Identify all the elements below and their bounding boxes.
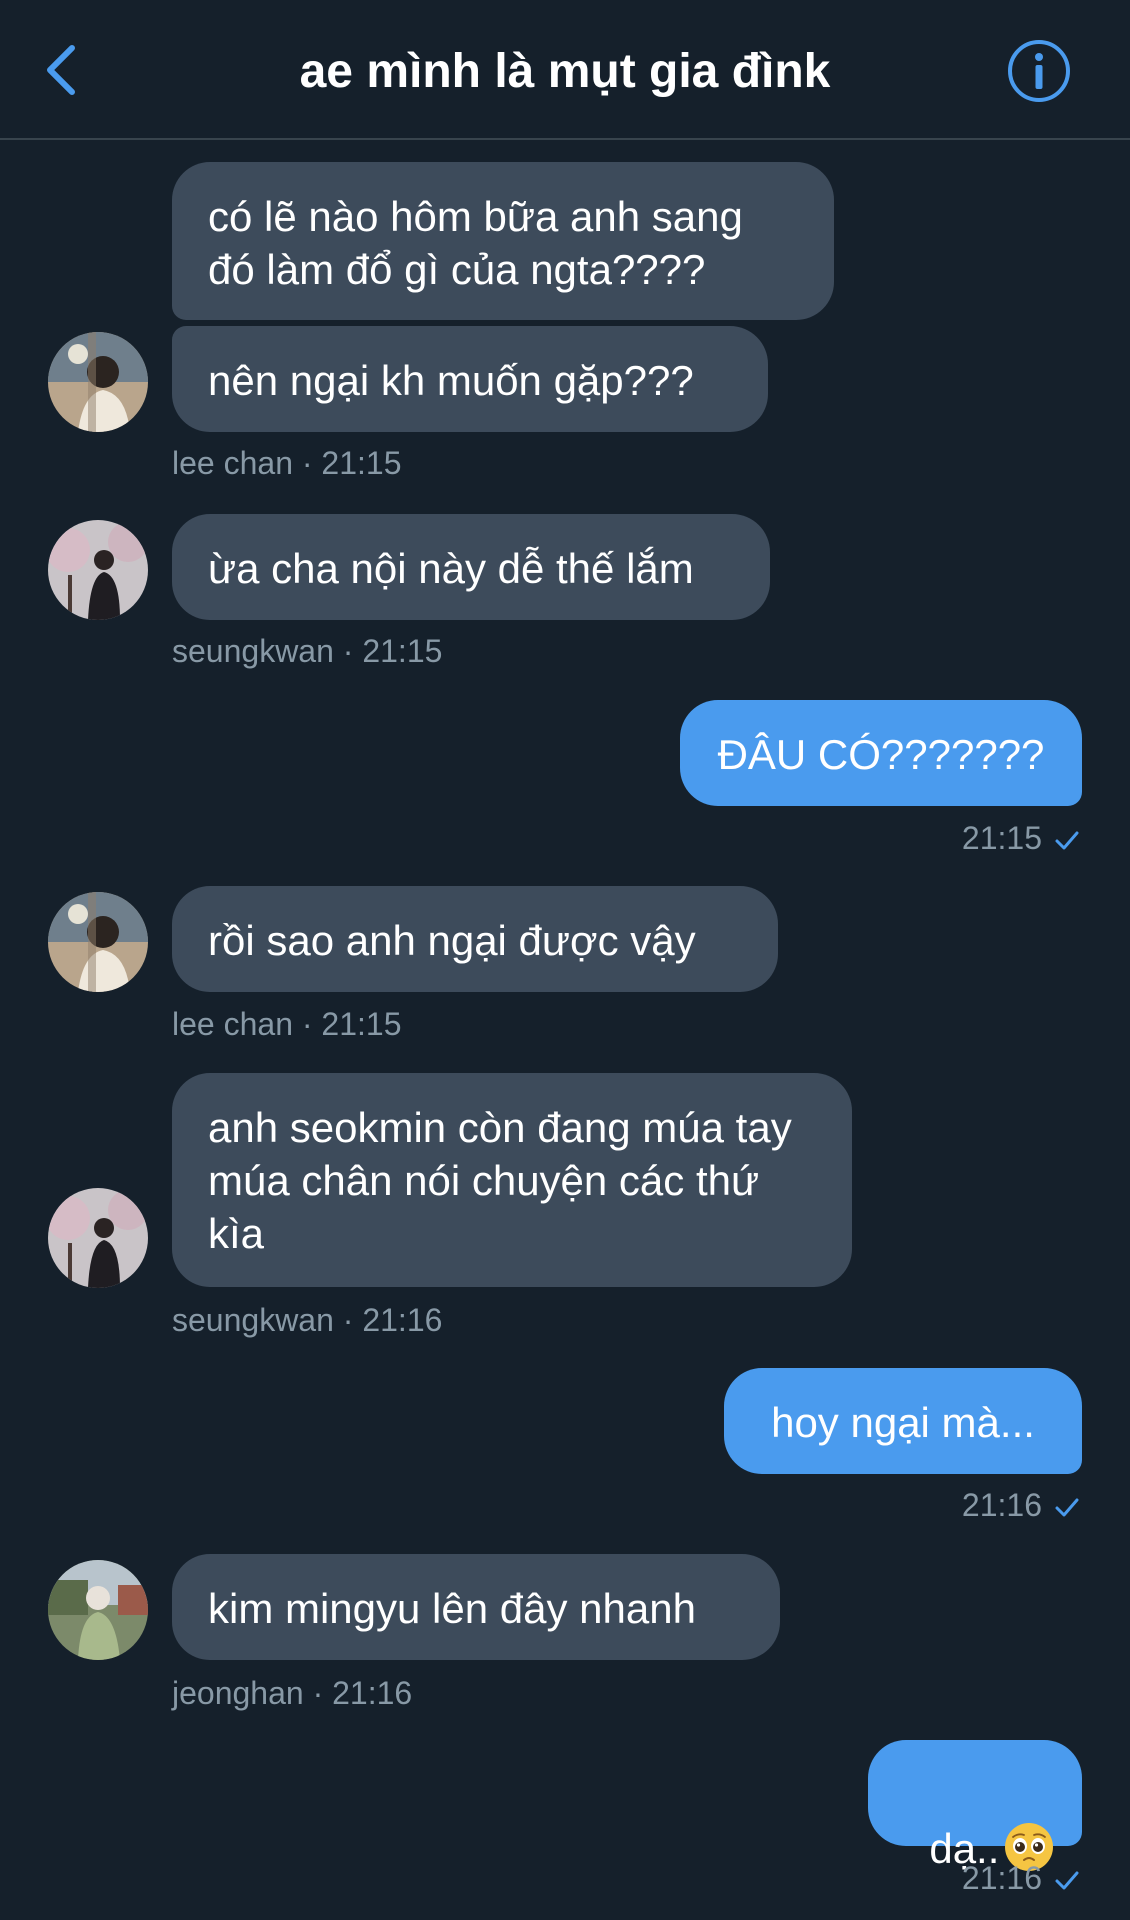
message-bubble-incoming[interactable]: anh seokmin còn đang múa tay múa chân nó… (172, 1073, 852, 1287)
sent-check-icon (1054, 1861, 1080, 1901)
chevron-left-icon (47, 45, 75, 95)
info-button[interactable] (1006, 38, 1072, 104)
avatar[interactable] (48, 892, 148, 992)
message-meta: seungkwan · 21:16 (172, 1302, 443, 1338)
message-meta: seungkwan · 21:15 (172, 633, 443, 669)
conversation-title: ae mình là mụt gia đìnk (299, 45, 831, 98)
sent-check-icon (1054, 1488, 1080, 1528)
info-circle-icon (1008, 40, 1070, 102)
avatar-lee-chan-image (48, 332, 148, 432)
message-meta: lee chan · 21:15 (172, 1006, 402, 1042)
avatar[interactable] (48, 1188, 148, 1288)
avatar[interactable] (48, 520, 148, 620)
message-time: 21:15 (961, 820, 1042, 856)
avatar[interactable] (48, 1560, 148, 1660)
message-bubble-incoming[interactable]: có lẽ nào hôm bữa anh sang đó làm đổ gì … (172, 162, 834, 320)
avatar-jeonghan-image (48, 1560, 148, 1660)
avatar[interactable] (48, 332, 148, 432)
message-time: 21:16 (961, 1860, 1042, 1896)
message-bubble-outgoing[interactable]: dạ.. (868, 1740, 1082, 1872)
back-button[interactable] (40, 40, 90, 100)
message-time: 21:16 (961, 1487, 1042, 1523)
avatar-lee-chan-image (48, 892, 148, 992)
avatar-seungkwan-image (48, 1188, 148, 1288)
sent-check-icon (1054, 821, 1080, 861)
message-meta: lee chan · 21:15 (172, 445, 402, 481)
message-meta: 21:16 (962, 1485, 1080, 1528)
message-meta: 21:15 (962, 818, 1080, 861)
message-bubble-incoming[interactable]: kim mingyu lên đây nhanh (172, 1554, 780, 1660)
conversation-header: ae mình là mụt gia đìnk (0, 0, 1130, 140)
message-bubble-incoming[interactable]: rồi sao anh ngại được vậy (172, 886, 778, 992)
message-bubble-outgoing[interactable]: ĐÂU CÓ??????? (680, 700, 1082, 806)
message-meta: jeonghan · 21:16 (172, 1675, 413, 1711)
message-bubble-incoming[interactable]: ừa cha nội này dễ thế lắm (172, 514, 770, 620)
avatar-seungkwan-image (48, 520, 148, 620)
message-bubble-outgoing[interactable]: hoy ngại mà... (724, 1368, 1082, 1474)
message-meta: 21:16 (962, 1858, 1080, 1901)
message-bubble-incoming[interactable]: nên ngại kh muốn gặp??? (172, 326, 768, 432)
